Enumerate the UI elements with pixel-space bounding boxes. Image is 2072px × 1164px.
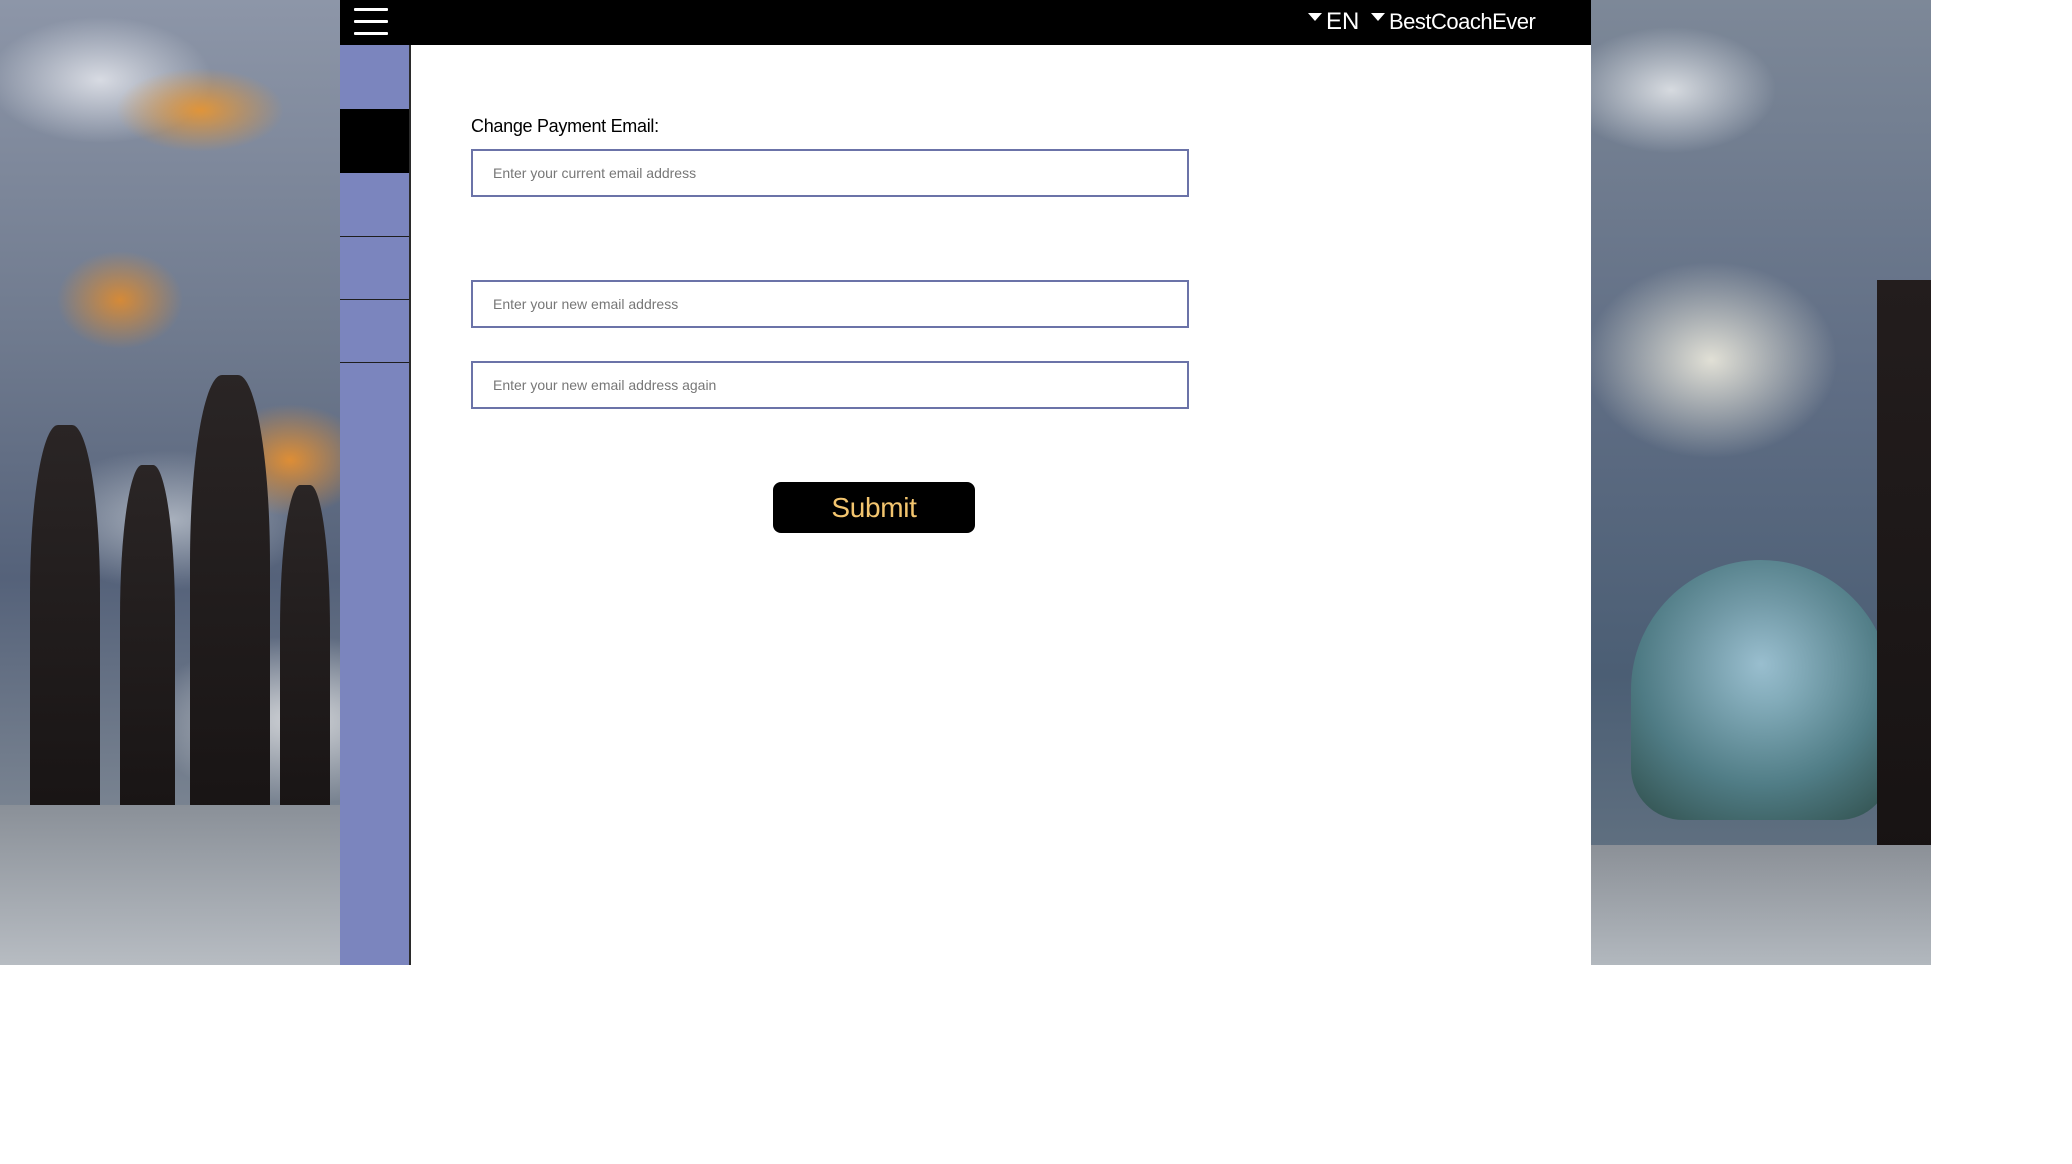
background-shell <box>1631 560 1891 820</box>
hamburger-line <box>354 8 388 11</box>
user-menu[interactable]: BestCoachEver <box>1371 9 1536 35</box>
background-floor <box>0 805 341 965</box>
username-label: BestCoachEver <box>1389 9 1536 34</box>
sidebar-item-2-active[interactable] <box>340 109 409 173</box>
sidebar-item-4[interactable] <box>340 237 409 299</box>
caret-down-icon <box>1308 13 1322 21</box>
sidebar-item-3[interactable] <box>340 173 409 236</box>
main-content: Change Payment Email: Submit <box>411 45 1591 965</box>
background-pillar <box>1877 280 1931 860</box>
caret-down-icon <box>1371 13 1385 21</box>
background-spire <box>30 425 100 845</box>
new-email-input[interactable] <box>471 280 1189 328</box>
background-floor <box>1591 845 1931 965</box>
background-art-right <box>1591 0 1931 965</box>
background-spire <box>280 485 330 845</box>
background-spire <box>120 465 175 845</box>
background-art-left <box>0 0 341 965</box>
sidebar-item-1[interactable] <box>340 45 409 109</box>
change-payment-email-label: Change Payment Email: <box>471 116 659 136</box>
hamburger-line <box>354 20 388 23</box>
language-selector[interactable]: EN <box>1308 8 1359 36</box>
sidebar-item-5[interactable] <box>340 300 409 362</box>
hamburger-menu-icon[interactable] <box>354 6 388 38</box>
submit-button[interactable]: Submit <box>773 482 975 533</box>
current-email-input[interactable] <box>471 149 1189 197</box>
background-spire <box>190 375 270 845</box>
hamburger-line <box>354 32 388 35</box>
top-nav-bar: EN BestCoachEver <box>340 0 1591 45</box>
page: EN BestCoachEver Change Payment Email: S… <box>0 0 2072 1164</box>
confirm-new-email-input[interactable] <box>471 361 1189 409</box>
sidebar-divider <box>340 362 409 363</box>
language-label: EN <box>1326 8 1360 35</box>
sidebar-rail <box>340 45 411 965</box>
